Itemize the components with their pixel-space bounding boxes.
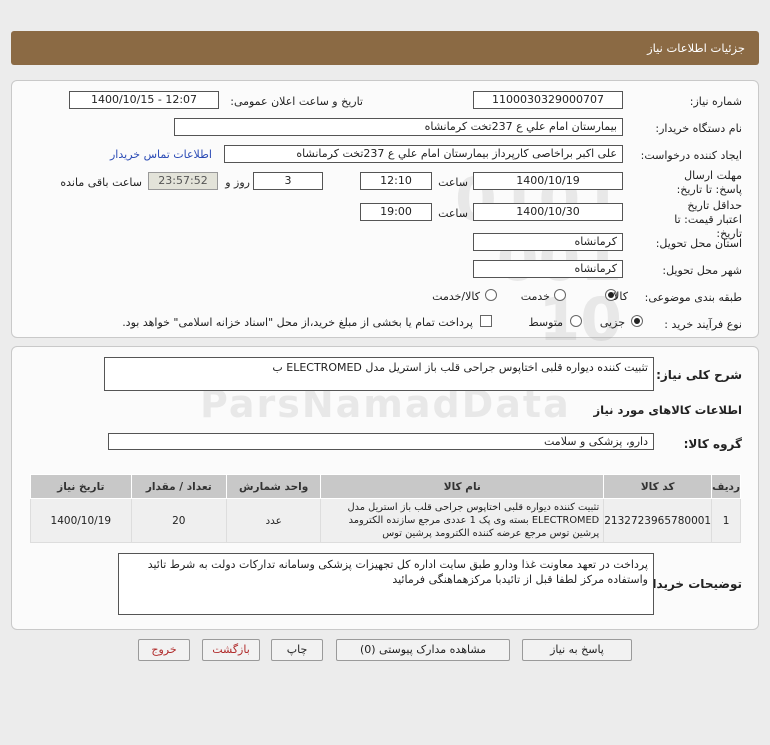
remaining-time-field: 23:57:52 [148,172,218,190]
need-summary-label: شرح کلی نیاز: [656,368,742,382]
remaining-days-field: 3 [253,172,323,190]
process-medium-label: متوسط [528,316,563,329]
treasury-payment-note: پرداخت تمام یا بخشی از مبلغ خرید،از محل … [122,316,473,329]
goods-section-title: اطلاعات کالاهای مورد نیاز [593,403,742,417]
price-validity-label: حداقل تاریخ اعتبار قیمت: تا تاریخ: [674,199,742,240]
delivery-province-label: استان محل تحویل: [655,237,742,250]
price-validity-time-label: ساعت [438,207,468,220]
need-number-field: 1100030329000707 [473,91,623,109]
category-goods-service-label: کالا/خدمت [432,290,480,303]
print-button[interactable]: چاپ [271,639,323,661]
category-goods-label: کالا [613,290,628,303]
response-deadline-time-label: ساعت [438,176,468,189]
remaining-days-label: روز و [225,176,250,189]
response-deadline-time-field: 12:10 [360,172,432,190]
request-creator-field: علی اکبر براخاصی کارپرداز بیمارستان امام… [224,145,623,163]
row-qty: 20 [130,498,227,543]
buyer-contact-link[interactable]: اطلاعات تماس خریدار [110,148,212,161]
category-service-label: خدمت [520,290,550,303]
view-attachments-button[interactable]: مشاهده مدارک پیوستی (0) [336,639,510,661]
buyer-org-field: بیمارستان امام علي ع 237تخت کرمانشاه [174,118,623,136]
goods-group-label: گروه کالا: [683,437,742,451]
buyer-notes-field: پرداخت در تعهد معاونت غذا ودارو طبق سایت… [118,553,654,615]
row-unit: عدد [225,498,322,543]
row-code: 2132723965780001 [603,498,713,543]
row-date: 1400/10/19 [30,498,132,543]
need-number-label: شماره نیاز: [689,95,742,108]
col-qty-header: تعداد / مقدار [130,474,227,499]
goods-group-field: دارو، پزشکی و سلامت [108,433,654,450]
request-creator-label: ایجاد کننده درخواست: [640,149,742,162]
delivery-city-label: شهر محل تحویل: [662,264,742,277]
exit-button[interactable]: خروج [138,639,190,661]
buyer-notes-label: توضیحات خریدار: [640,577,742,591]
buyer-org-label: نام دستگاه خریدار: [655,122,742,135]
process-medium-radio[interactable] [570,315,582,327]
price-validity-date-field: 1400/10/30 [473,203,623,221]
col-unit-header: واحد شمارش [225,474,322,499]
page-title: جزئیات اطلاعات نیاز [647,41,745,55]
process-minor-radio[interactable] [631,315,643,327]
category-service-radio[interactable] [554,289,566,301]
page-header: جزئیات اطلاعات نیاز [11,31,759,65]
subject-category-label: طبقه بندی موضوعی: [644,291,742,304]
table-header-row: ردیف کد کالا نام کالا واحد شمارش تعداد /… [30,474,741,499]
treasury-payment-checkbox[interactable] [480,315,492,327]
col-index-header: ردیف [711,474,741,499]
announce-datetime-label: تاریخ و ساعت اعلان عمومی: [230,95,363,108]
response-deadline-label: مهلت ارسال پاسخ: تا تاریخ: [676,169,742,196]
delivery-city-field: کرمانشاه [473,260,623,278]
process-minor-label: جزیی [599,316,625,329]
purchase-process-label: نوع فرآیند خرید : [664,318,742,331]
row-name: تثبیت کننده دیواره قلبی اختاپوس جراحی قل… [320,498,605,543]
goods-table: ردیف کد کالا نام کالا واحد شمارش تعداد /… [30,474,741,543]
announce-datetime-field: 1400/10/15 - 12:07 [69,91,219,109]
back-button[interactable]: بازگشت [202,639,260,661]
table-row: 1 2132723965780001 تثبیت کننده دیواره قل… [30,498,741,543]
col-code-header: کد کالا [603,474,713,499]
reply-button[interactable]: پاسخ به نیاز [522,639,632,661]
col-name-header: نام کالا [320,474,605,499]
category-goods-service-radio[interactable] [485,289,497,301]
response-deadline-date-field: 1400/10/19 [473,172,623,190]
remaining-time-label: ساعت باقی مانده [60,176,142,189]
col-date-header: تاریخ نیاز [30,474,132,499]
delivery-province-field: کرمانشاه [473,233,623,251]
row-index: 1 [711,498,741,543]
price-validity-time-field: 19:00 [360,203,432,221]
need-summary-field: تثبیت کننده دیواره قلبی اختاپوس جراحی قل… [104,357,654,391]
